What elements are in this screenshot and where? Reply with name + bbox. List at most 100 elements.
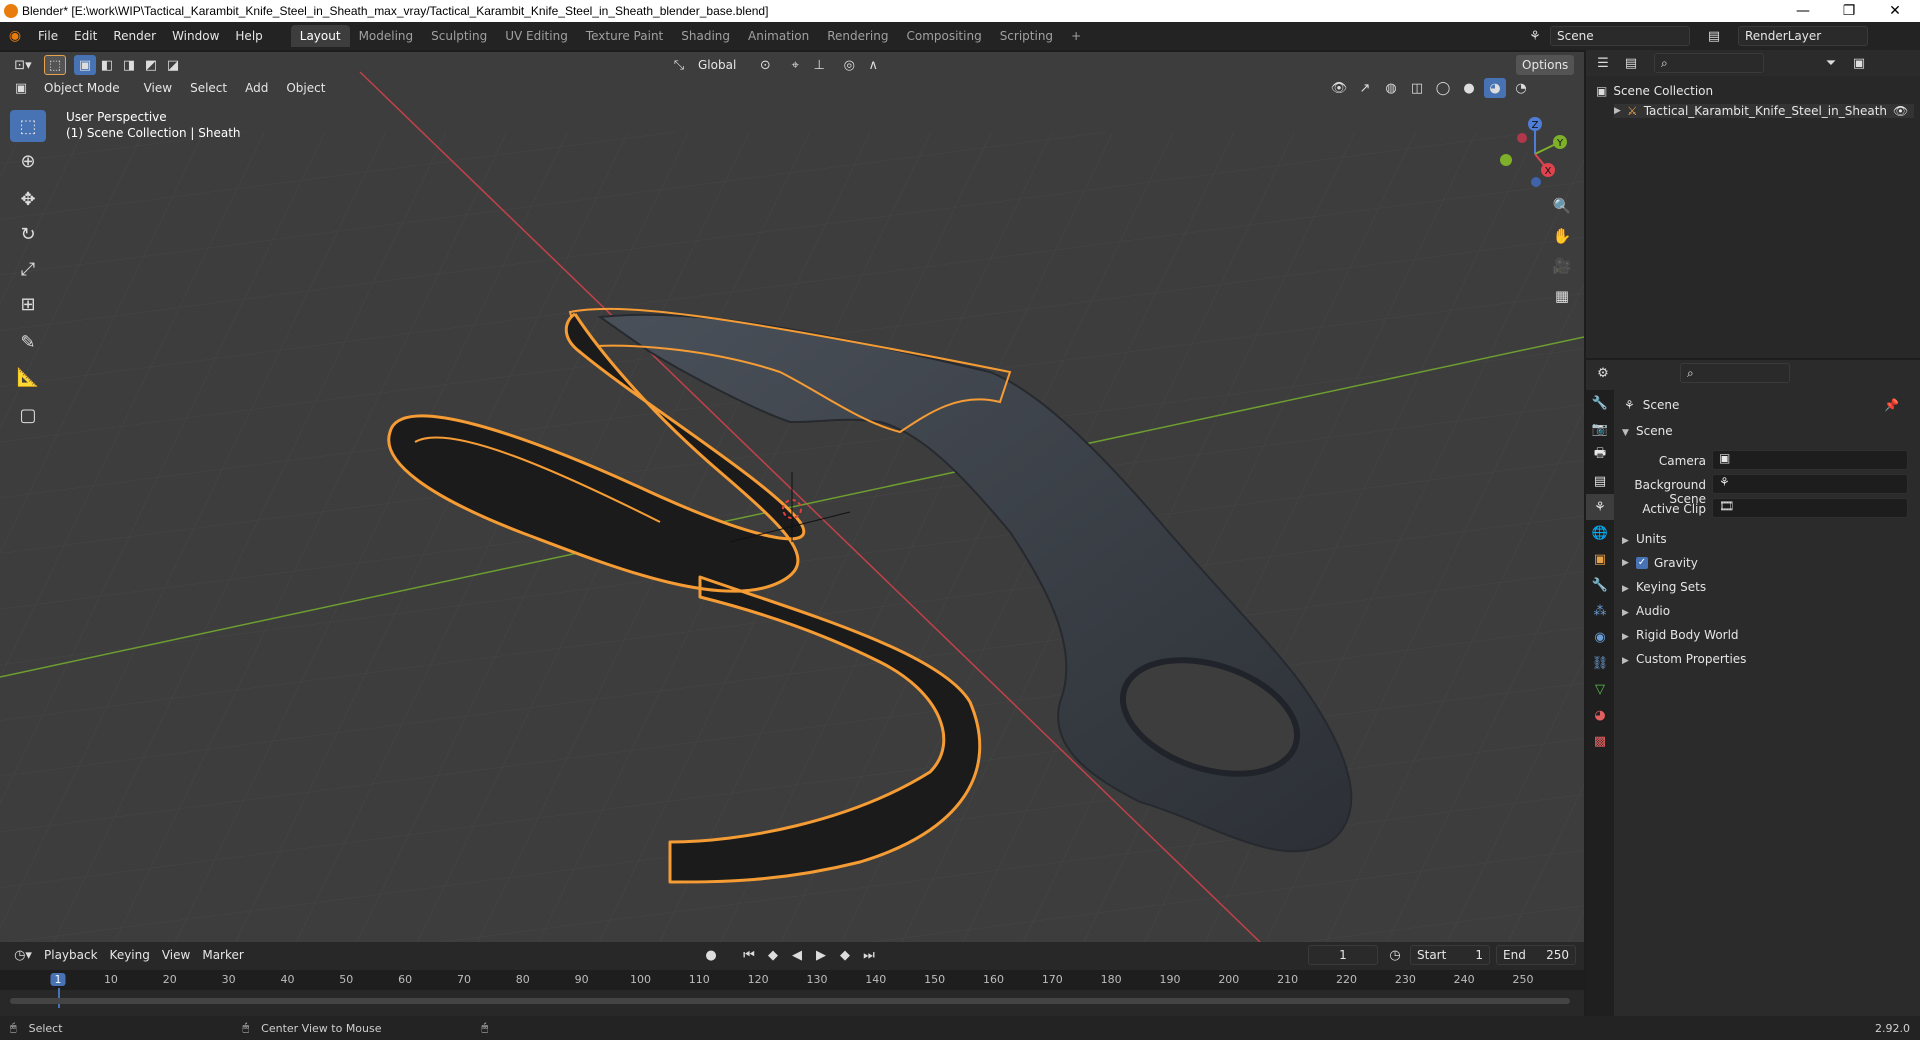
- camera-view-icon[interactable]: 🎥: [1548, 252, 1576, 280]
- tab-rendering[interactable]: Rendering: [818, 25, 897, 47]
- select-mode-extend-icon[interactable]: ◧: [96, 55, 118, 75]
- proportional-edit-icon[interactable]: ◎: [838, 55, 860, 75]
- menu-object[interactable]: Object: [280, 78, 331, 98]
- tab-shading[interactable]: Shading: [672, 25, 739, 47]
- properties-editor-icon[interactable]: ⚙: [1592, 363, 1614, 383]
- measure-tool-icon[interactable]: 📐: [10, 361, 46, 393]
- eye-visibility-icon[interactable]: 👁: [1893, 104, 1908, 118]
- select-box-icon[interactable]: ⬚: [44, 55, 66, 75]
- zoom-icon[interactable]: 🔍: [1548, 192, 1576, 220]
- scene-selector[interactable]: Scene: [1550, 26, 1690, 46]
- world-tab-icon[interactable]: 🌐: [1586, 520, 1614, 546]
- add-workspace-button[interactable]: +: [1062, 25, 1090, 47]
- properties-search-input[interactable]: ⌕: [1680, 363, 1790, 383]
- scene-icon[interactable]: ⚘: [1524, 26, 1546, 46]
- particles-tab-icon[interactable]: ⁂: [1586, 598, 1614, 624]
- move-tool-icon[interactable]: ✥: [10, 183, 46, 215]
- material-tab-icon[interactable]: ◕: [1586, 702, 1614, 728]
- overlays-icon[interactable]: ◍: [1380, 78, 1402, 98]
- falloff-icon[interactable]: ∧: [862, 55, 884, 75]
- tab-sculpting[interactable]: Sculpting: [422, 25, 496, 47]
- outliner-item[interactable]: ▶ ⚔ Tactical_Karambit_Knife_Steel_in_She…: [1614, 104, 1914, 118]
- material-shading-icon[interactable]: ◕: [1484, 78, 1506, 98]
- maximize-button[interactable]: ❐: [1826, 0, 1872, 22]
- tab-layout[interactable]: Layout: [290, 25, 350, 47]
- outliner-root-row[interactable]: ▣ Scene Collection: [1596, 84, 1713, 98]
- mode-selector[interactable]: Object Mode: [38, 78, 126, 98]
- audio-panel[interactable]: ▶ Audio: [1622, 604, 1670, 618]
- physics-tab-icon[interactable]: ◉: [1586, 624, 1614, 650]
- view-layer-selector[interactable]: RenderLayer: [1738, 26, 1868, 46]
- select-mode-subtract-icon[interactable]: ◨: [118, 55, 140, 75]
- rigid-body-world-panel[interactable]: ▶ Rigid Body World: [1622, 628, 1739, 642]
- background-scene-field[interactable]: ⚘: [1712, 474, 1908, 494]
- custom-properties-panel[interactable]: ▶ Custom Properties: [1622, 652, 1746, 666]
- blender-menu-icon[interactable]: ◉: [0, 28, 30, 44]
- rendered-shading-icon[interactable]: ◔: [1510, 78, 1532, 98]
- outliner-search-input[interactable]: ⌕: [1654, 53, 1764, 73]
- editor-type-icon[interactable]: ⊡▾: [8, 55, 38, 75]
- 3d-viewport[interactable]: ⊡▾ ⬚ ▣ ◧ ◨ ◩ ◪ ⤡ Global ⊙ ⌖ ⊥ ◎ ∧ Option…: [0, 52, 1584, 942]
- select-tool-icon[interactable]: ⬚: [10, 110, 46, 142]
- keying-sets-panel[interactable]: ▶ Keying Sets: [1622, 580, 1706, 594]
- view-layer-tab-icon[interactable]: ▤: [1586, 468, 1614, 494]
- timeline-editor-icon[interactable]: ◷▾: [8, 945, 38, 965]
- menu-render[interactable]: Render: [105, 22, 164, 50]
- tab-uv-editing[interactable]: UV Editing: [496, 25, 577, 47]
- tool-tab-icon[interactable]: 🔧: [1586, 390, 1614, 416]
- tab-compositing[interactable]: Compositing: [897, 25, 990, 47]
- camera-field[interactable]: ▣: [1712, 450, 1908, 470]
- add-cube-tool-icon[interactable]: ▢: [10, 399, 46, 431]
- scale-tool-icon[interactable]: ⤢: [10, 253, 46, 285]
- clock-icon[interactable]: ◷: [1384, 945, 1406, 965]
- snap-target-icon[interactable]: ⊥: [808, 55, 830, 75]
- render-tab-icon[interactable]: 📷: [1586, 416, 1614, 442]
- gravity-panel[interactable]: ▶ ✓ Gravity: [1622, 556, 1698, 570]
- menu-edit[interactable]: Edit: [66, 22, 105, 50]
- rotate-tool-icon[interactable]: ↻: [10, 218, 46, 250]
- solid-shading-icon[interactable]: ●: [1458, 78, 1480, 98]
- options-dropdown[interactable]: Options: [1516, 55, 1575, 75]
- xray-icon[interactable]: ◫: [1406, 78, 1428, 98]
- prev-keyframe-icon[interactable]: ◆: [762, 945, 784, 965]
- visibility-icon[interactable]: 👁: [1328, 78, 1350, 98]
- constraints-tab-icon[interactable]: ⛓: [1586, 650, 1614, 676]
- select-mode-intersect-icon[interactable]: ◪: [162, 55, 184, 75]
- scene-tab-icon[interactable]: ⚘: [1586, 494, 1614, 520]
- close-button[interactable]: ✕: [1872, 0, 1918, 22]
- menu-keying[interactable]: Keying: [104, 945, 156, 965]
- filter-icon[interactable]: ⏷: [1820, 53, 1842, 73]
- pan-hand-icon[interactable]: ✋: [1548, 222, 1576, 250]
- start-frame-field[interactable]: Start 1: [1410, 945, 1490, 965]
- active-clip-field[interactable]: 🎞: [1712, 498, 1908, 518]
- object-tab-icon[interactable]: ▣: [1586, 546, 1614, 572]
- tab-modeling[interactable]: Modeling: [350, 25, 423, 47]
- play-icon[interactable]: ▶: [810, 945, 832, 965]
- next-keyframe-icon[interactable]: ◆: [834, 945, 856, 965]
- select-mode-new-icon[interactable]: ▣: [74, 55, 96, 75]
- tab-texture-paint[interactable]: Texture Paint: [577, 25, 672, 47]
- end-frame-field[interactable]: End 250: [1496, 945, 1576, 965]
- modifier-tab-icon[interactable]: 🔧: [1586, 572, 1614, 598]
- tab-scripting[interactable]: Scripting: [991, 25, 1062, 47]
- timeline-ruler[interactable]: 1 10 20 30 40 50 60 70 80 90 100 110 120 130 140 150 160…: [0, 970, 1584, 1008]
- texture-tab-icon[interactable]: ▩: [1586, 728, 1614, 754]
- cursor-tool-icon[interactable]: ⊕: [10, 145, 46, 177]
- new-collection-icon[interactable]: ▣: [1848, 53, 1870, 73]
- record-icon[interactable]: ●: [700, 945, 722, 965]
- view-layer-icon[interactable]: ▤: [1694, 26, 1734, 46]
- timeline-scrollbar[interactable]: [10, 998, 1570, 1004]
- current-frame-field[interactable]: 1: [1308, 945, 1378, 965]
- tab-animation[interactable]: Animation: [739, 25, 818, 47]
- menu-marker[interactable]: Marker: [196, 945, 249, 965]
- transform-orientation-icon[interactable]: ⤡: [668, 55, 690, 75]
- gravity-checkbox[interactable]: ✓: [1636, 557, 1648, 569]
- transform-tool-icon[interactable]: ⊞: [10, 288, 46, 320]
- units-panel[interactable]: ▶ Units: [1622, 532, 1667, 546]
- scene-section-header[interactable]: ▼ Scene: [1622, 424, 1673, 438]
- ortho-grid-icon[interactable]: ▦: [1548, 282, 1576, 310]
- navigation-gizmo[interactable]: Z Y X: [1490, 112, 1580, 192]
- wireframe-shading-icon[interactable]: ◯: [1432, 78, 1454, 98]
- menu-playback[interactable]: Playback: [38, 945, 104, 965]
- expand-icon[interactable]: ▶: [1614, 106, 1621, 116]
